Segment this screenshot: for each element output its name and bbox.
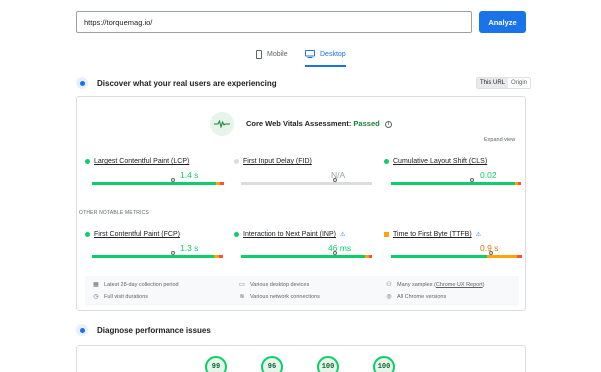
metric-name[interactable]: Time to First Byte (TTFB) (393, 231, 472, 238)
chrome-ux-report-link[interactable]: Chrome UX Report (436, 282, 483, 288)
distribution-bar (241, 182, 372, 185)
metric-value: 1.3 s (180, 243, 199, 253)
network-icon: ≋ (239, 294, 245, 300)
devices-text: Various desktop devices (250, 282, 310, 288)
accessibility-score-gauge[interactable]: 96 (261, 356, 283, 372)
distribution-bar (92, 255, 223, 258)
metric-cls: Cumulative Layout Shift (CLS) 0.02 (384, 158, 524, 185)
metric-fcp: First Contentful Paint (FCP) 1.3 s (85, 231, 225, 258)
discover-section-header: Discover what your real users are experi… (76, 76, 277, 90)
network-text: Various network connections (250, 294, 320, 300)
distribution-bar (391, 255, 522, 258)
tab-mobile[interactable]: Mobile (256, 45, 288, 63)
desktop-icon (305, 50, 315, 58)
distribution-bar (92, 182, 224, 185)
scores-panel (76, 345, 526, 372)
metric-name[interactable]: First Contentful Paint (FCP) (94, 231, 180, 238)
samples-item: ⚇ Many samples (Chrome UX Report) (386, 282, 484, 288)
origin-toggle[interactable]: Origin (508, 78, 530, 88)
collection-period-item: ▦ Latest 28-day collection period (93, 282, 179, 288)
assessment-title: Core Web Vitals Assessment: Passed i (246, 119, 392, 128)
seo-score-gauge[interactable]: 100 (373, 356, 395, 372)
assessment-prefix: Core Web Vitals Assessment: (246, 119, 352, 128)
tab-desktop-label: Desktop (320, 50, 346, 58)
performance-score-gauge[interactable]: 99 (205, 356, 227, 372)
users-group-icon: ⚇ (386, 282, 392, 288)
distribution-bar (391, 182, 521, 185)
other-metrics-label: OTHER NOTABLE METRICS (79, 210, 149, 216)
metric-value: 46 ms (328, 243, 352, 253)
calendar-icon: ▦ (93, 282, 99, 288)
analyze-button[interactable]: Analyze (479, 11, 526, 33)
network-item: ≋ Various network connections (239, 294, 320, 300)
metric-name[interactable]: Cumulative Layout Shift (CLS) (393, 158, 487, 165)
chrome-versions-item: ◎ All Chrome versions (386, 294, 446, 300)
metric-ttfb: Time to First Byte (TTFB) ⚠ 0.9 s (384, 231, 524, 258)
core-web-vitals-icon (210, 112, 234, 136)
discover-title: Discover what your real users are experi… (97, 78, 277, 88)
tab-mobile-label: Mobile (267, 50, 288, 58)
samples-suffix: ) (482, 282, 485, 288)
visit-durations-text: Full visit durations (104, 294, 149, 300)
experimental-icon: ⚠ (339, 232, 346, 238)
metric-value: 0.02 (480, 170, 497, 180)
timer-icon: ◷ (93, 294, 99, 300)
best-practices-score-gauge[interactable]: 100 (317, 356, 339, 372)
experimental-icon: ⚠ (475, 232, 482, 238)
visit-durations-item: ◷ Full visit durations (93, 294, 148, 300)
no-data-status-dot (234, 159, 239, 164)
diagnose-icon (76, 324, 88, 336)
expand-view-link[interactable]: Expand view (484, 137, 515, 143)
metric-name[interactable]: First Input Delay (FID) (243, 158, 312, 165)
url-input[interactable] (76, 11, 472, 33)
average-status-square (384, 232, 389, 237)
chrome-versions-text: All Chrome versions (397, 294, 447, 300)
assessment-status: Passed (353, 119, 380, 128)
collection-period-text: Latest 28-day collection period (104, 282, 179, 288)
metric-name[interactable]: Interaction to Next Paint (INP) (243, 231, 336, 238)
devices-item: ▭ Various desktop devices (239, 282, 309, 288)
users-icon (76, 77, 88, 89)
metric-name[interactable]: Largest Contentful Paint (LCP) (94, 158, 189, 165)
chrome-icon: ◎ (386, 294, 392, 300)
metric-fid: First Input Delay (FID) N/A (234, 158, 374, 185)
distribution-bar (241, 255, 372, 258)
good-status-dot (234, 232, 239, 237)
good-status-dot (384, 159, 389, 164)
metric-lcp: Largest Contentful Paint (LCP) 1.4 s (85, 158, 225, 185)
good-status-dot (85, 159, 90, 164)
diagnose-section-header: Diagnose performance issues (76, 323, 211, 337)
this-url-toggle[interactable]: This URL (477, 78, 509, 88)
url-origin-toggle: This URL Origin (476, 77, 532, 89)
metric-value: 1.4 s (180, 170, 199, 180)
devices-icon: ▭ (239, 282, 245, 288)
metric-inp: Interaction to Next Paint (INP) ⚠ 46 ms (234, 231, 374, 258)
good-status-dot (85, 232, 90, 237)
mobile-icon (256, 49, 262, 59)
diagnose-title: Diagnose performance issues (97, 325, 211, 335)
info-icon[interactable]: i (384, 120, 392, 128)
data-info-box (85, 276, 519, 306)
tab-desktop[interactable]: Desktop (305, 45, 346, 67)
samples-prefix: Many samples ( (397, 282, 436, 288)
